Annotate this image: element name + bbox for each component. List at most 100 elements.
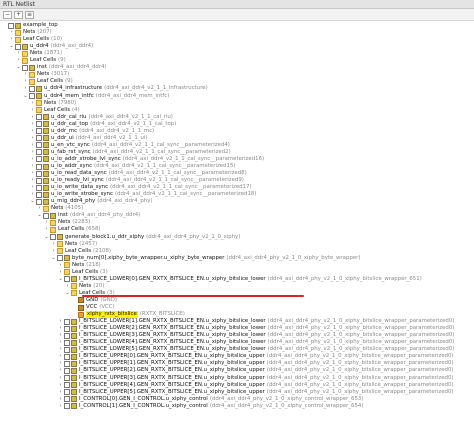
checkbox-icon[interactable] <box>64 325 70 332</box>
tree-row[interactable]: GND (GND) <box>72 297 117 304</box>
tree-row[interactable]: › I_BITSLICE_LOWER[1].GEN_RXTX_BITSLICE_E… <box>58 318 454 325</box>
checkbox-icon[interactable] <box>36 198 42 205</box>
expand-icon[interactable]: › <box>51 248 56 254</box>
tree-row[interactable]: › I_BITSLICE_UPPER[3].GEN_RXTX_BITSLICE_E… <box>58 375 454 382</box>
checkbox-icon[interactable] <box>64 382 70 389</box>
tree-row[interactable]: ⌄ generate_block1.u_ddr_xiphy (ddr4_axi_dd… <box>44 234 240 241</box>
checkbox-icon[interactable] <box>36 121 42 128</box>
tree-row[interactable]: › I_BITSLICE_LOWER[2].GEN_RXTX_BITSLICE_E… <box>58 325 454 332</box>
tree-row[interactable]: ⌄ u_mig_ddr4_phy (ddr4_axi_ddr4_phy) <box>30 198 153 205</box>
expand-icon[interactable]: › <box>58 354 63 359</box>
checkbox-icon[interactable] <box>36 114 42 121</box>
tree-row[interactable]: › Leaf Cells (9) <box>23 78 73 85</box>
tree-row[interactable]: › u_io_ready_lvl_sync (ddr4_axi_ddr4_v2_1_… <box>30 177 244 184</box>
tree-row[interactable]: › u_io_write_strobe_sync (ddr4_axi_ddr4_v2… <box>30 191 256 198</box>
checkbox-icon[interactable] <box>64 346 70 353</box>
tree-row[interactable]: › u_ddr_mc (ddr4_axi_ddr4_v2_1_1_mc) <box>30 128 154 135</box>
expand-icon[interactable]: › <box>44 220 49 225</box>
checkbox-icon[interactable] <box>36 135 42 142</box>
checkbox-icon[interactable] <box>64 318 70 325</box>
tree-row[interactable]: › I_BITSLICE_UPPER[1].GEN_RXTX_BITSLICE_E… <box>58 360 454 367</box>
tree-row[interactable]: › u_ddr_cal_top (ddr4_axi_ddr4_v2_1_1_cal_… <box>30 121 176 128</box>
tree-row[interactable]: › I_BITSLICE_UPPER[4].GEN_RXTX_BITSLICE_E… <box>58 382 454 389</box>
checkbox-icon[interactable] <box>36 128 42 135</box>
tree-row[interactable]: › u_ddr4_infrastructure (ddr4_axi_ddr4_v2_… <box>23 85 208 92</box>
checkbox-icon[interactable] <box>36 163 42 170</box>
checkbox-icon[interactable] <box>64 389 70 396</box>
tree-row[interactable]: › I_CONTROL[0].GEN_I_CONTROL.u_xiphy_cont… <box>58 396 363 403</box>
collapse-icon[interactable]: ⌄ <box>37 213 42 218</box>
checkbox-icon[interactable] <box>64 339 70 346</box>
tree-row[interactable]: example_top <box>2 22 58 29</box>
tree-row[interactable]: › Leaf Cells (3) <box>58 269 108 276</box>
collapse-icon[interactable]: ⌄ <box>65 290 70 296</box>
checkbox-icon[interactable] <box>57 255 63 262</box>
tree-row[interactable]: › Leaf Cells (658) <box>44 226 101 233</box>
expand-icon[interactable]: › <box>37 206 42 211</box>
expand-icon[interactable]: › <box>30 121 35 127</box>
expand-icon[interactable]: › <box>58 389 63 395</box>
tree-row[interactable]: › u_fab_rst_sync (ddr4_axi_ddr4_v2_1_1_cal… <box>30 149 231 156</box>
checkbox-icon[interactable] <box>36 149 42 156</box>
checkbox-icon[interactable] <box>64 375 70 381</box>
tree-row[interactable]: › I_BITSLICE_LOWER[3].GEN_RXTX_BITSLICE_E… <box>58 332 454 339</box>
expand-icon[interactable]: › <box>58 319 63 324</box>
expand-icon[interactable]: › <box>9 37 14 42</box>
tree-row[interactable]: ⌄ I_BITSLICE_LOWER[0].GEN_RXTX_BITSLICE_E… <box>58 276 422 283</box>
expand-icon[interactable]: › <box>23 79 28 84</box>
checkbox-icon[interactable] <box>50 234 56 240</box>
expand-icon[interactable]: › <box>30 171 35 176</box>
tree-row[interactable]: › Nets (7980) <box>30 100 76 107</box>
expand-icon[interactable]: › <box>9 30 14 35</box>
expand-icon[interactable]: › <box>30 192 35 197</box>
tree-row[interactable]: ⌄ inst (ddr4_axi_ddr4_phy_ddr4) <box>37 212 140 219</box>
expand-icon[interactable]: › <box>58 262 63 268</box>
tree-row[interactable]: › u_io_read_data_sync (ddr4_axi_ddr4_v2_1_… <box>30 170 247 177</box>
checkbox-icon[interactable] <box>64 367 70 374</box>
expand-icon[interactable]: › <box>65 283 70 289</box>
tree-row[interactable]: › Leaf Cells (2108) <box>51 248 111 255</box>
tree-row[interactable]: › Nets (4105) <box>37 205 83 212</box>
tree-row[interactable]: › Nets (1871) <box>16 50 62 57</box>
checkbox-icon[interactable] <box>15 43 21 50</box>
expand-all-button[interactable]: + <box>14 11 23 19</box>
checkbox-icon[interactable] <box>43 212 49 219</box>
expand-icon[interactable]: › <box>16 51 21 56</box>
tree-row[interactable]: VCC (VCC) <box>72 304 115 311</box>
tree-row[interactable]: › Nets (3017) <box>23 71 69 78</box>
tree-row[interactable]: › Nets (207) <box>9 29 52 36</box>
expand-icon[interactable]: › <box>58 368 63 373</box>
collapse-all-button[interactable]: − <box>3 11 12 19</box>
expand-icon[interactable]: › <box>58 361 63 366</box>
checkbox-icon[interactable] <box>22 64 28 71</box>
collapse-icon[interactable]: ⌄ <box>16 65 21 70</box>
checkbox-icon[interactable] <box>36 170 42 177</box>
expand-icon[interactable]: › <box>30 185 35 190</box>
expand-icon[interactable]: › <box>23 86 28 91</box>
tree-row[interactable]: › u_io_write_data_sync (ddr4_axi_ddr4_v2_1… <box>30 184 252 191</box>
expand-icon[interactable]: › <box>30 135 35 141</box>
expand-icon[interactable]: › <box>30 178 35 183</box>
expand-icon[interactable]: › <box>58 375 63 381</box>
tree-row[interactable]: › Leaf Cells (4) <box>30 107 80 114</box>
tree-row[interactable]: › u_io_addr_strobe_lvl_sync (ddr4_axi_ddr4… <box>30 156 264 163</box>
tree-row[interactable]: › Nets (218) <box>58 262 101 269</box>
expand-icon[interactable]: › <box>58 333 63 338</box>
tree-row[interactable]: › Nets (20) <box>65 283 104 290</box>
settings-button[interactable]: ≡ <box>25 11 34 19</box>
checkbox-icon[interactable] <box>36 177 42 184</box>
expand-icon[interactable]: › <box>30 100 35 106</box>
checkbox-icon[interactable] <box>29 85 35 92</box>
tree-row[interactable]: › u_ddr_ui (ddr4_axi_ddr4_v2_1_1_ui) <box>30 135 148 142</box>
expand-icon[interactable]: › <box>30 142 35 148</box>
expand-icon[interactable]: › <box>23 72 28 77</box>
expand-icon[interactable]: › <box>30 114 35 120</box>
collapse-icon[interactable]: ⌄ <box>30 199 35 204</box>
tree-row[interactable]: › I_BITSLICE_UPPER[5].GEN_RXTX_BITSLICE_E… <box>58 389 454 396</box>
tree-row[interactable]: › I_BITSLICE_LOWER[5].GEN_RXTX_BITSLICE_E… <box>58 346 454 353</box>
expand-icon[interactable]: › <box>58 403 63 409</box>
checkbox-icon[interactable] <box>8 22 14 29</box>
collapse-icon[interactable]: ⌄ <box>23 93 28 99</box>
checkbox-icon[interactable] <box>36 191 42 198</box>
expand-icon[interactable]: › <box>58 340 63 345</box>
